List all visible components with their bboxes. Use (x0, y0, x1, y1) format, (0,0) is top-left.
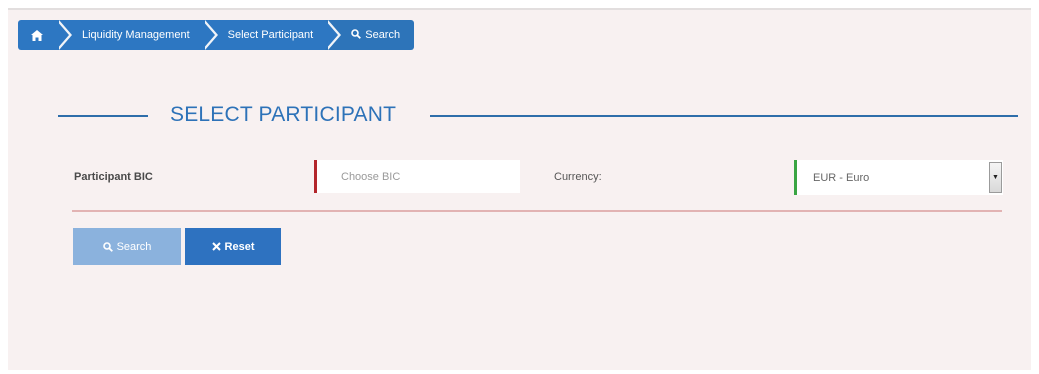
search-icon (102, 241, 113, 252)
participant-bic-input[interactable] (314, 160, 520, 193)
currency-selected-value: EUR - Euro (813, 171, 870, 184)
breadcrumb-label: Liquidity Management (82, 29, 190, 41)
search-icon (351, 28, 362, 42)
currency-select[interactable]: EUR - Euro ▼ (794, 160, 1003, 195)
section-divider-right (430, 115, 1018, 117)
search-button-label: Search (116, 240, 152, 253)
search-button[interactable]: Search (73, 228, 181, 265)
breadcrumb-label: Select Participant (227, 29, 314, 41)
breadcrumb-home[interactable] (18, 20, 72, 50)
breadcrumb-item-select-participant[interactable]: Select Participant (201, 20, 342, 50)
breadcrumb-label: Search (365, 29, 401, 41)
breadcrumb-item-liquidity-management[interactable]: Liquidity Management (56, 20, 218, 50)
breadcrumb-arrow (325, 20, 339, 50)
home-icon (31, 29, 43, 41)
reset-button[interactable]: Reset (185, 228, 281, 265)
dropdown-arrow-icon[interactable]: ▼ (989, 162, 1002, 193)
reset-button-label: Reset (224, 240, 255, 253)
breadcrumb-arrow (56, 20, 69, 50)
currency-label: Currency: (554, 171, 602, 183)
breadcrumb: Liquidity Management Select Participant … (18, 20, 415, 50)
form-divider (72, 210, 1002, 212)
breadcrumb-arrow (201, 20, 215, 50)
participant-bic-label: Participant BIC (74, 171, 153, 183)
page-frame: Liquidity Management Select Participant … (8, 8, 1031, 370)
page-title: SELECT PARTICIPANT (170, 103, 397, 126)
close-icon (211, 242, 221, 251)
section-divider-left (58, 115, 148, 117)
